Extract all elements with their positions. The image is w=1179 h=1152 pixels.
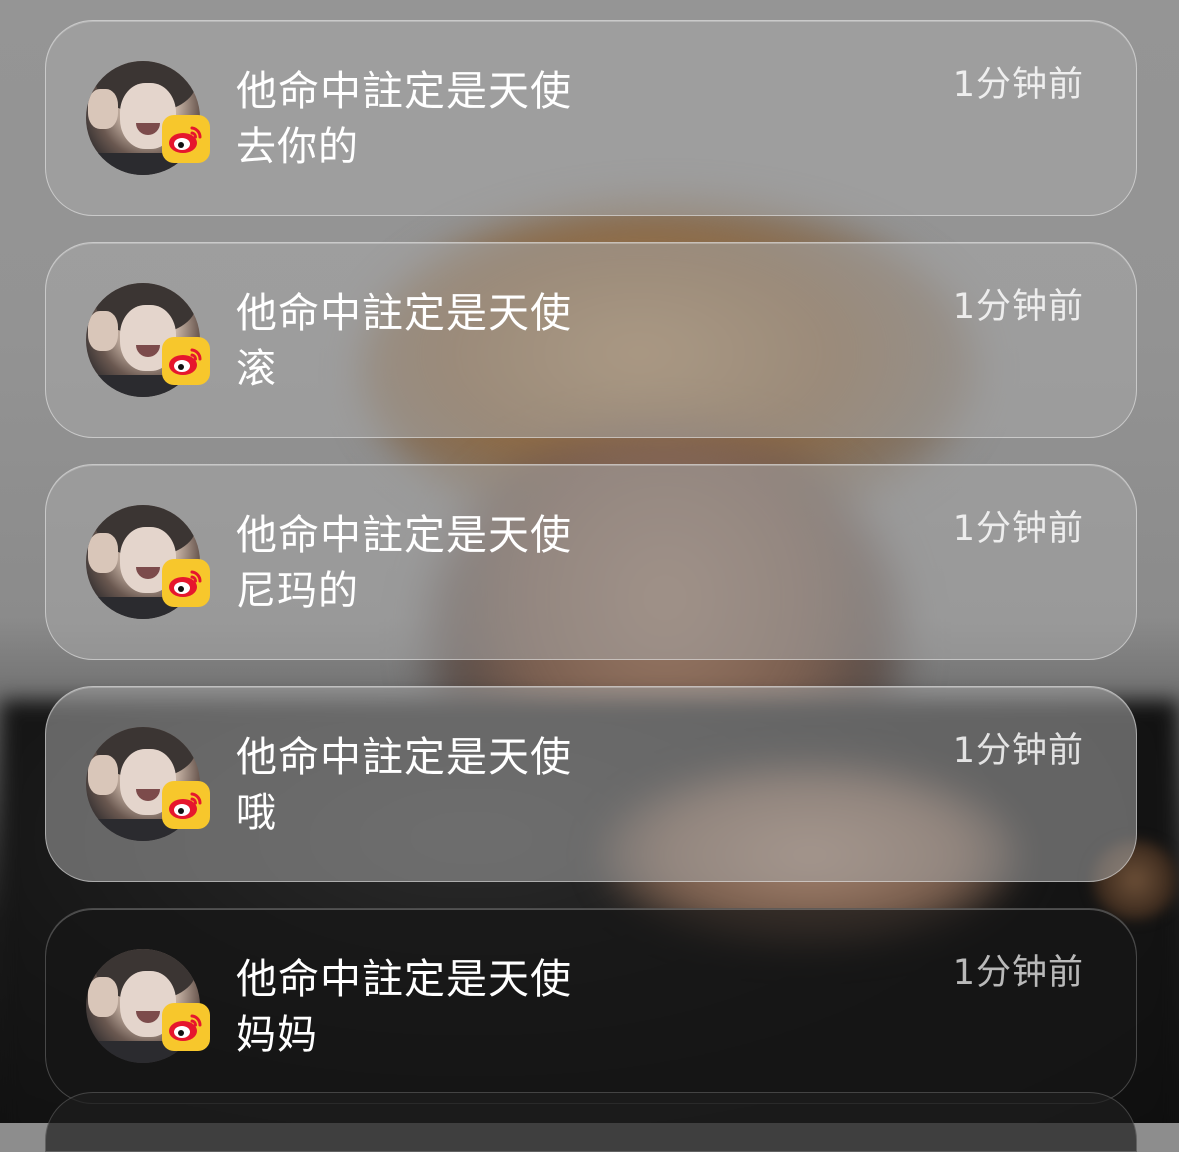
- weibo-icon: [162, 115, 210, 163]
- notification-time: 1分钟前: [952, 731, 1084, 771]
- notification-card[interactable]: 他命中註定是天使 哦 1分钟前: [45, 686, 1137, 882]
- notification-card-partial[interactable]: [45, 1092, 1137, 1152]
- notification-card[interactable]: 他命中註定是天使 妈妈 1分钟前: [45, 908, 1137, 1104]
- notification-card[interactable]: 他命中註定是天使 去你的 1分钟前: [45, 20, 1137, 216]
- notification-time: 1分钟前: [952, 287, 1084, 327]
- notification-title: 他命中註定是天使: [236, 511, 572, 559]
- notification-title: 他命中註定是天使: [236, 67, 572, 115]
- notification-title: 他命中註定是天使: [236, 733, 572, 781]
- weibo-icon: [162, 1003, 210, 1051]
- notification-time: 1分钟前: [952, 509, 1084, 549]
- weibo-icon: [162, 559, 210, 607]
- weibo-icon: [162, 337, 210, 385]
- notification-title: 他命中註定是天使: [236, 289, 572, 337]
- notification-card[interactable]: 他命中註定是天使 滚 1分钟前: [45, 242, 1137, 438]
- notification-time: 1分钟前: [952, 953, 1084, 993]
- notification-time: 1分钟前: [952, 65, 1084, 105]
- notification-message: 妈妈: [236, 1012, 318, 1058]
- weibo-icon: [162, 781, 210, 829]
- notification-title: 他命中註定是天使: [236, 955, 572, 1003]
- notification-message: 尼玛的: [236, 568, 359, 614]
- notification-message: 去你的: [236, 124, 359, 170]
- notification-card[interactable]: 他命中註定是天使 尼玛的 1分钟前: [45, 464, 1137, 660]
- notification-message: 滚: [236, 346, 277, 392]
- notification-message: 哦: [236, 790, 277, 836]
